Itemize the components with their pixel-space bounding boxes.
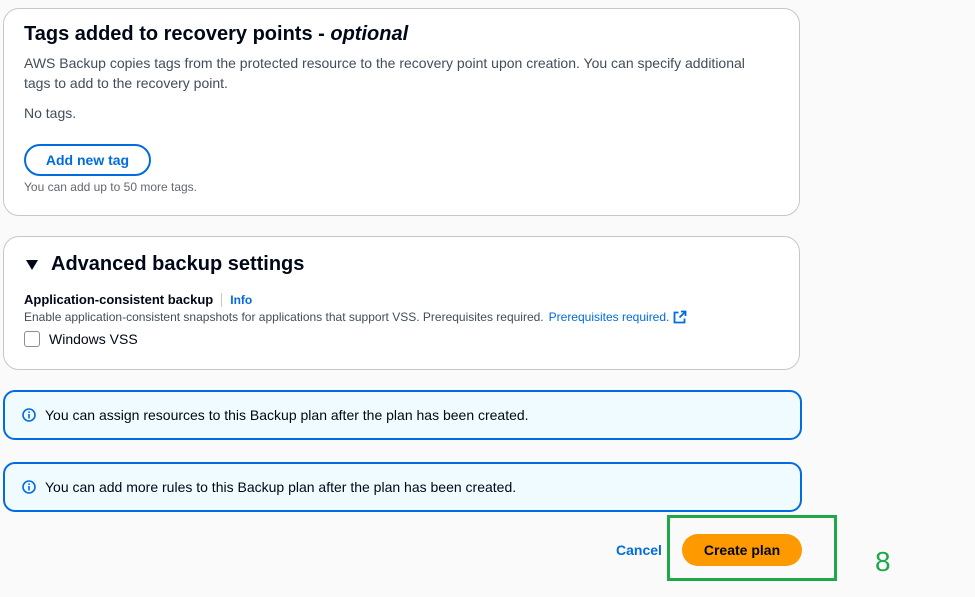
tags-title-text: Tags added to recovery points - <box>24 23 331 45</box>
info-alert-assign-resources: You can assign resources to this Backup … <box>3 390 802 440</box>
app-consistent-description-row: Enable application-consistent snapshots … <box>24 310 687 324</box>
external-link-icon[interactable] <box>673 310 687 324</box>
tags-card: Tags added to recovery points - optional… <box>3 8 800 216</box>
divider <box>221 292 223 307</box>
app-consistent-description: Enable application-consistent snapshots … <box>24 310 544 324</box>
prerequisites-link[interactable]: Prerequisites required. <box>549 310 670 324</box>
advanced-settings-title: Advanced backup settings <box>51 253 305 275</box>
app-consistent-label: Application-consistent backup <box>24 292 214 307</box>
page: Tags added to recovery points - optional… <box>0 0 975 597</box>
no-tags-text: No tags. <box>24 105 77 121</box>
info-link[interactable]: Info <box>230 293 252 307</box>
info-circle-icon <box>22 408 36 422</box>
tags-description: AWS Backup copies tags from the protecte… <box>24 55 745 91</box>
info-alert-add-rules: You can add more rules to this Backup pl… <box>3 462 802 512</box>
windows-vss-row: Windows VSS <box>24 331 138 347</box>
advanced-settings-card: Advanced backup settings Application-con… <box>3 236 800 370</box>
app-consistent-label-row: Application-consistent backup Info <box>24 292 252 307</box>
advanced-settings-toggle[interactable]: Advanced backup settings <box>24 253 304 276</box>
caret-down-icon <box>26 259 38 270</box>
tags-limit-hint: You can add up to 50 more tags. <box>24 180 198 194</box>
alert-text: You can add more rules to this Backup pl… <box>45 479 517 495</box>
optional-label: optional <box>330 23 409 45</box>
info-circle-icon <box>22 480 36 494</box>
windows-vss-label[interactable]: Windows VSS <box>49 331 138 347</box>
add-new-tag-button[interactable]: Add new tag <box>24 144 151 176</box>
tags-title: Tags added to recovery points - optional <box>24 23 408 46</box>
step-number-annotation: 8 <box>875 546 891 577</box>
cancel-button[interactable]: Cancel <box>616 542 662 558</box>
highlight-box <box>667 515 837 581</box>
alert-text: You can assign resources to this Backup … <box>45 407 529 423</box>
windows-vss-checkbox[interactable] <box>24 331 40 347</box>
